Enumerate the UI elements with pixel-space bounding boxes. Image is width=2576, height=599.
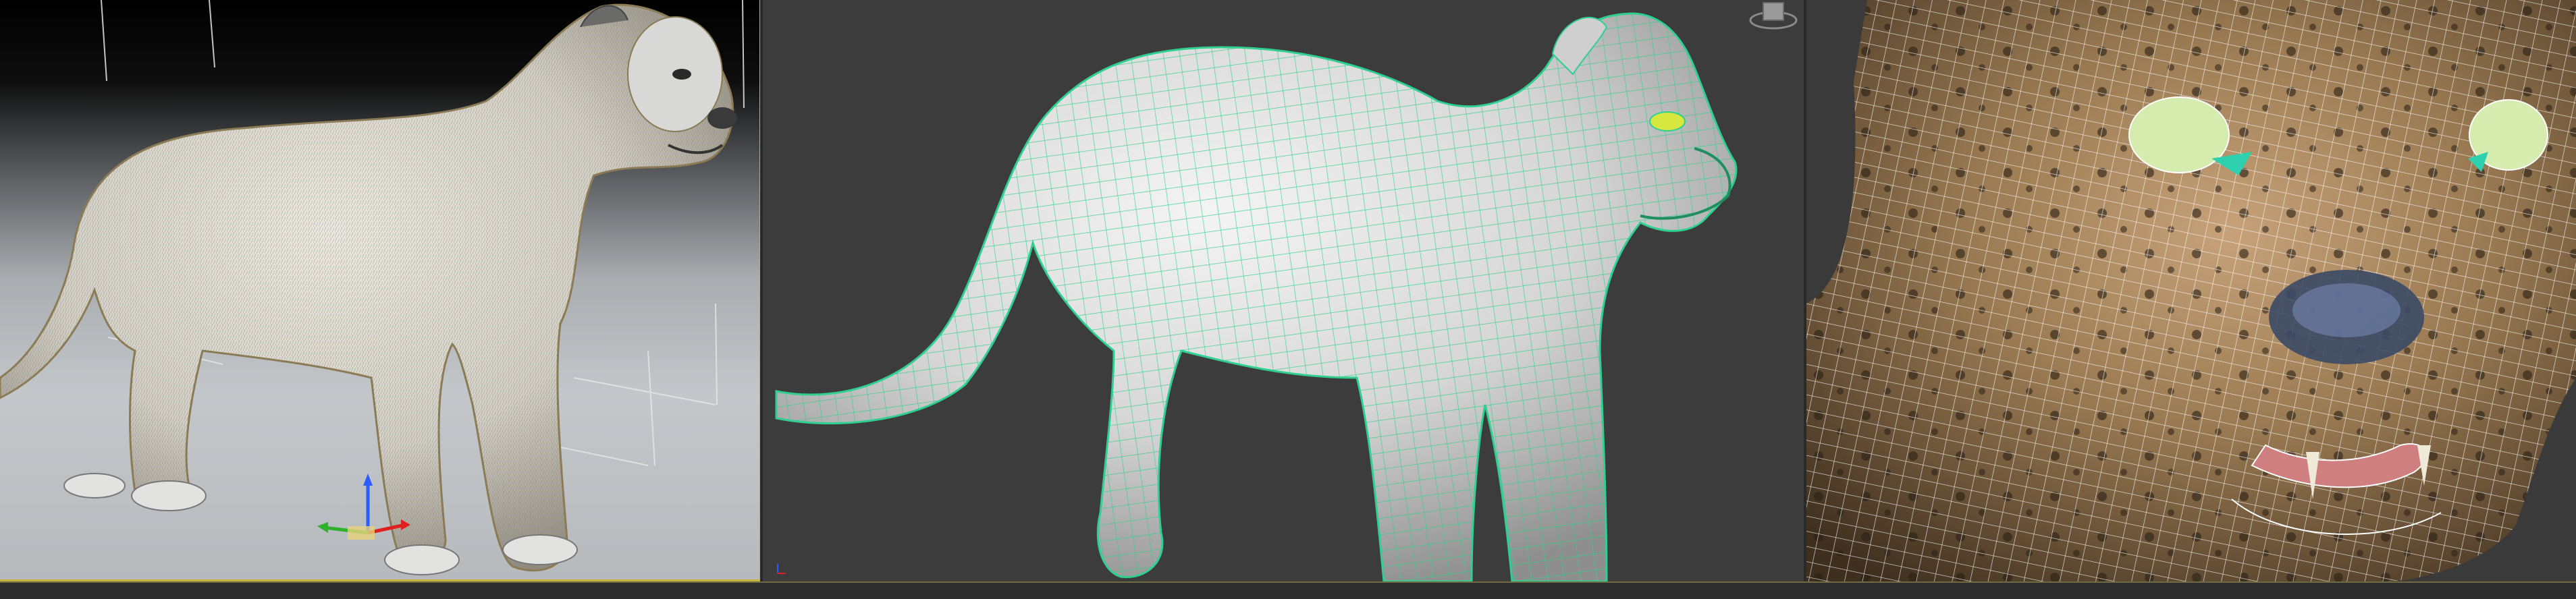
viewcube-icon[interactable] [1749, 2, 1798, 30]
axis-marker-icon [777, 564, 786, 574]
app-window [0, 0, 2576, 599]
wireframe-canvas [775, 2, 1798, 581]
closeup-canvas [1806, 0, 2576, 581]
textured-closeup-viewport[interactable] [1806, 0, 2576, 581]
fur-render-canvas [0, 0, 745, 575]
cheetah-head-textured [1806, 0, 2576, 581]
fur-render-viewport[interactable] [0, 0, 760, 581]
viewport-status-strip [0, 581, 2576, 599]
cheetah-wireframe-model [775, 12, 1738, 581]
wireframe-shaded-viewport[interactable] [763, 0, 1804, 581]
